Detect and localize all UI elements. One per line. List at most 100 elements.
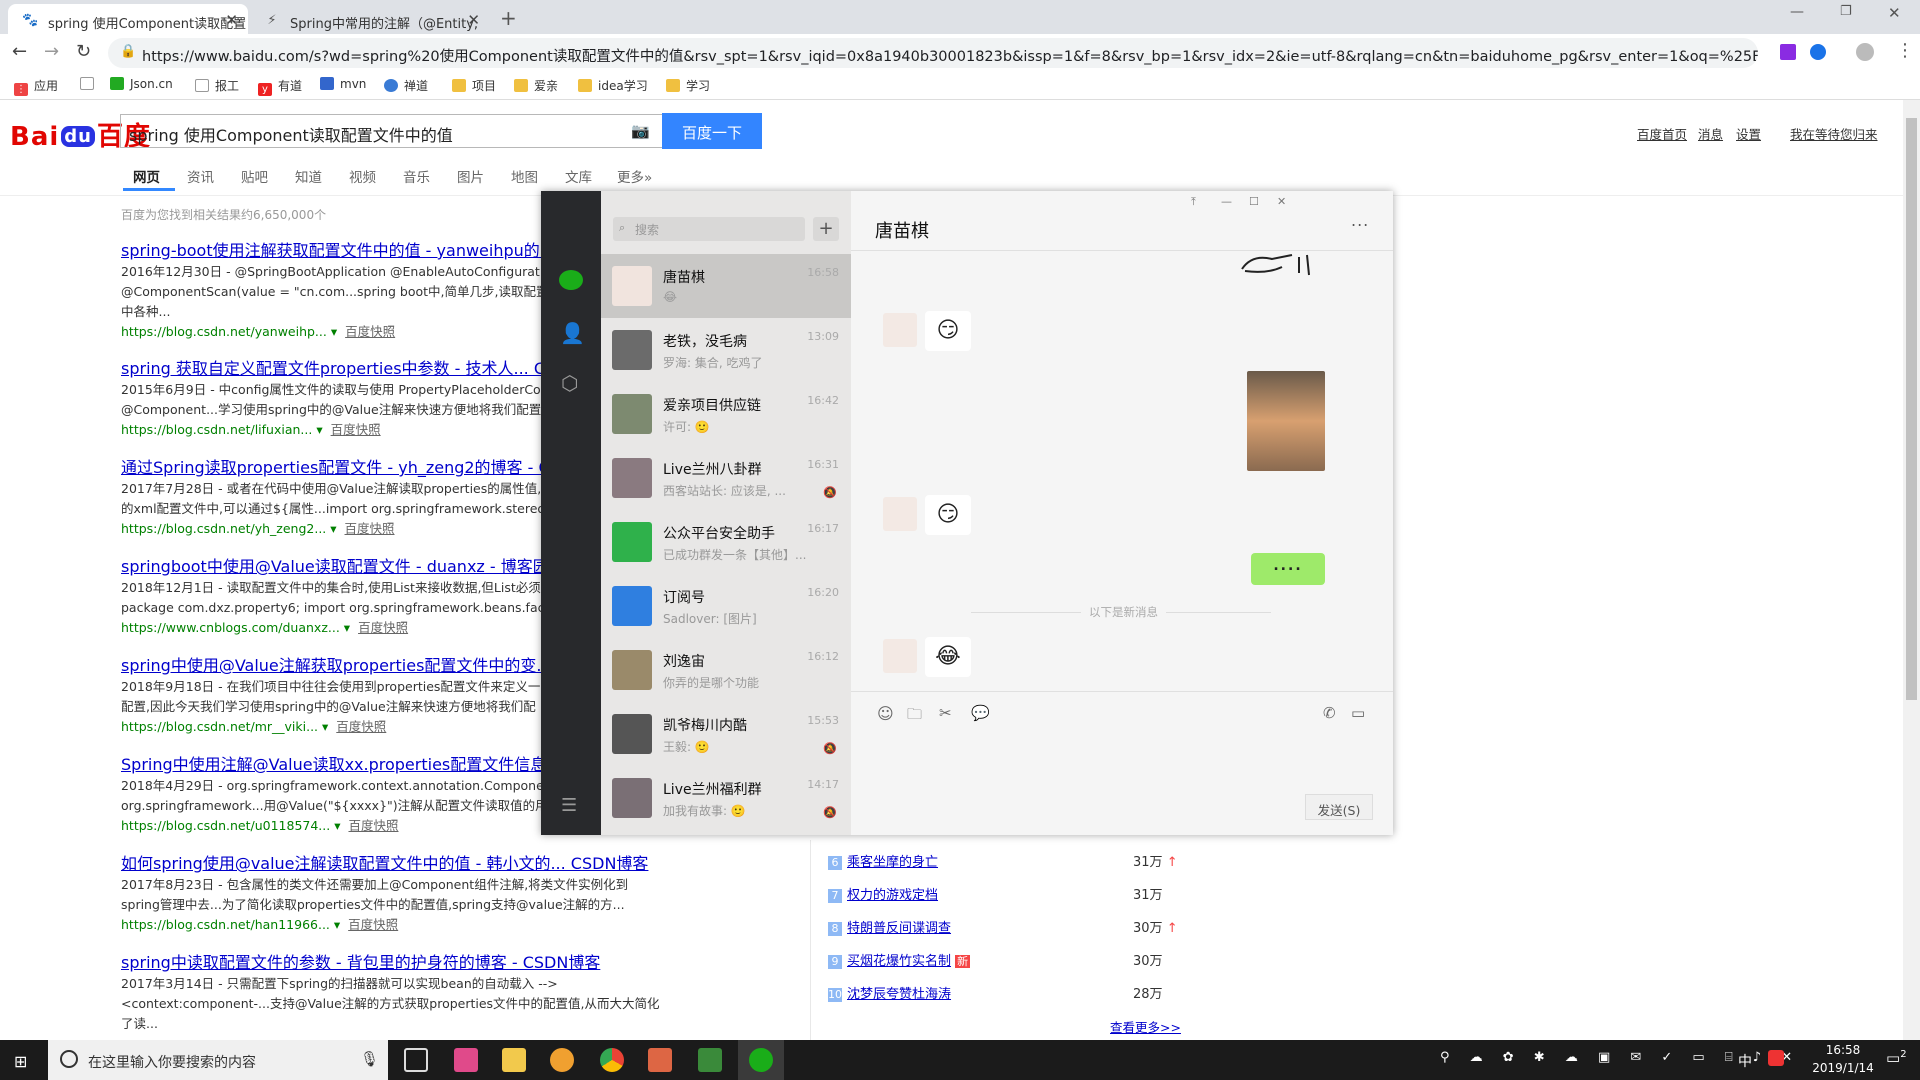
clock-time[interactable]: 16:58 xyxy=(1808,1043,1878,1057)
menu-dots-icon[interactable]: ⋮ xyxy=(1896,40,1914,61)
conversation-item[interactable]: Live兰州八卦群 西客站站长: 应该是, ... 16:31 🔕 xyxy=(601,446,851,510)
menu-hamburger-icon[interactable]: ☰ xyxy=(561,795,577,816)
ime-indicator[interactable]: 中 xyxy=(1738,1051,1752,1071)
snapshot-link[interactable]: 百度快照 xyxy=(331,422,381,437)
conversation-item[interactable]: 唐苗棋 😂 16:58 xyxy=(601,254,851,318)
bookmark-aiqin[interactable]: 爱亲 xyxy=(514,77,558,94)
app-icon[interactable] xyxy=(648,1048,672,1072)
nav-tab-zhidao[interactable]: 知道 xyxy=(295,166,322,186)
conversation-item[interactable]: Live兰州福利群 加我有故事: 🙂 14:17 🔕 xyxy=(601,766,851,830)
chat-history-icon[interactable]: 💬 xyxy=(971,704,990,722)
extension-icon[interactable] xyxy=(1780,44,1796,60)
bookmark-page[interactable] xyxy=(80,77,100,91)
nav-tab-maps[interactable]: 地图 xyxy=(511,166,538,186)
notepad-icon[interactable] xyxy=(698,1048,722,1072)
bookmark-xiangmu[interactable]: 项目 xyxy=(452,77,496,94)
hot-title-link[interactable]: 权力的游戏定档 xyxy=(847,888,938,903)
hot-list-item[interactable]: 10 沈梦辰夸赞杜海涛 28万 xyxy=(828,983,1178,1003)
search-input[interactable]: spring 使用Component读取配置文件中的值 📷 xyxy=(120,114,662,148)
nav-tab-web[interactable]: 网页 xyxy=(133,166,160,186)
close-tab-icon[interactable]: ✕ xyxy=(225,11,238,29)
hot-more-link[interactable]: 查看更多>> xyxy=(1110,1017,1181,1036)
hot-list-item[interactable]: 6 乘客坐摩的身亡 31万 ↑ xyxy=(828,851,1178,871)
app-icon[interactable] xyxy=(550,1048,574,1072)
page-scrollbar[interactable] xyxy=(1903,100,1920,1040)
notification-center-icon[interactable]: ▭2 xyxy=(1886,1049,1907,1067)
windows-start-icon[interactable]: ⊞ xyxy=(14,1052,27,1071)
nav-tab-images[interactable]: 图片 xyxy=(457,166,484,186)
shiba-sticker-image[interactable] xyxy=(1247,371,1325,471)
intellij-icon[interactable] xyxy=(454,1048,478,1072)
tray-app-icon[interactable] xyxy=(1768,1050,1784,1066)
wechat-taskbar-icon[interactable] xyxy=(749,1048,773,1072)
contacts-icon[interactable]: 👤 xyxy=(560,321,585,345)
hot-list-item[interactable]: 9 买烟花爆竹实名制 新 30万 xyxy=(828,950,1178,970)
bookmark-youdao[interactable]: y 有道 xyxy=(258,77,302,96)
contact-avatar[interactable] xyxy=(883,639,917,673)
bookmark-xuexi[interactable]: 学习 xyxy=(666,77,710,94)
minimize-icon[interactable]: — xyxy=(1221,195,1232,208)
result-title-link[interactable]: 如何spring使用@value注解读取配置文件中的值 - 韩小文的... CS… xyxy=(121,853,811,875)
nav-tab-wenku[interactable]: 文库 xyxy=(565,166,592,186)
contact-avatar[interactable] xyxy=(883,313,917,347)
minimize-window-icon[interactable]: — xyxy=(1790,4,1804,20)
taskbar-search-box[interactable]: 在这里输入你要搜索的内容 🎙 xyxy=(48,1040,388,1080)
phone-icon[interactable]: ✆ xyxy=(1323,704,1336,722)
hot-list-item[interactable]: 8 特朗普反间谍调查 30万 ↑ xyxy=(828,917,1178,937)
conversation-item[interactable]: 订阅号 Sadlover: [图片] 16:20 xyxy=(601,574,851,638)
snapshot-link[interactable]: 百度快照 xyxy=(336,719,386,734)
search-button[interactable]: 百度一下 xyxy=(662,113,762,149)
bookmark-idea[interactable]: idea学习 xyxy=(578,77,648,94)
tab-spring-annotations[interactable]: ⚡ Spring中常用的注解（@Entity, ✕ xyxy=(250,4,490,34)
new-tab-button[interactable]: + xyxy=(500,6,517,30)
reload-icon[interactable]: ↻ xyxy=(76,41,91,62)
wechat-search-input[interactable]: ⌕ 搜索 xyxy=(613,217,805,241)
nav-tab-video[interactable]: 视频 xyxy=(349,166,376,186)
profile-avatar-icon[interactable] xyxy=(1856,43,1874,61)
nav-tab-music[interactable]: 音乐 xyxy=(403,166,430,186)
file-explorer-icon[interactable] xyxy=(502,1048,526,1072)
hot-list-item[interactable]: 7 权力的游戏定档 31万 xyxy=(828,884,1178,904)
message-input-area[interactable]: ☺ 🗀 ✂ 💬 ✆ ▭ 发送(S) xyxy=(851,691,1393,835)
link-user[interactable]: 我在等待您归来 xyxy=(1790,124,1878,143)
emoji-icon[interactable]: ☺ xyxy=(877,704,894,723)
link-baidu-home[interactable]: 百度首页 xyxy=(1637,124,1687,143)
hot-title-link[interactable]: 沈梦辰夸赞杜海涛 xyxy=(847,987,951,1002)
extension-icon[interactable] xyxy=(1810,44,1826,60)
forward-arrow-icon[interactable]: → xyxy=(44,41,59,62)
hot-title-link[interactable]: 乘客坐摩的身亡 xyxy=(847,855,938,870)
send-button[interactable]: 发送(S) xyxy=(1305,794,1373,820)
conversation-item[interactable]: 爱亲项目供应链 许可: 🙂 16:42 xyxy=(601,382,851,446)
conversation-item[interactable]: 刘逸宙 你弄的是哪个功能 16:12 xyxy=(601,638,851,702)
tab-baidu-search[interactable]: 🐾 spring 使用Component读取配置 ✕ xyxy=(8,4,248,34)
pin-window-icon[interactable]: ⤒ xyxy=(1191,195,1196,209)
chrome-icon[interactable] xyxy=(600,1048,624,1072)
link-messages[interactable]: 消息 xyxy=(1698,124,1723,143)
hot-title-link[interactable]: 买烟花爆竹实名制 xyxy=(847,954,951,969)
conversation-item[interactable]: 老铁，没毛病 罗海: 集合, 吃鸡了 13:09 xyxy=(601,318,851,382)
chat-bubble-icon[interactable] xyxy=(559,270,583,290)
task-view-icon[interactable] xyxy=(404,1048,428,1072)
bookmark-chandao[interactable]: 禅道 xyxy=(384,77,428,94)
video-call-icon[interactable]: ▭ xyxy=(1351,704,1365,722)
snapshot-link[interactable]: 百度快照 xyxy=(358,620,408,635)
microphone-icon[interactable]: 🎙 xyxy=(360,1050,379,1068)
bookmark-apps[interactable]: ⋮ 应用 xyxy=(14,77,58,96)
close-window-icon[interactable]: ✕ xyxy=(1888,4,1901,22)
bookmark-mvn[interactable]: mvn xyxy=(320,77,366,91)
snapshot-link[interactable]: 百度快照 xyxy=(345,324,395,339)
address-bar[interactable]: 🔒 https://www.baidu.com/s?wd=spring%20使用… xyxy=(108,38,1758,68)
favorites-cube-icon[interactable]: ⬡ xyxy=(561,371,578,395)
link-settings[interactable]: 设置 xyxy=(1736,124,1761,143)
snapshot-link[interactable]: 百度快照 xyxy=(345,521,395,536)
nav-tab-tieba[interactable]: 贴吧 xyxy=(241,166,268,186)
nav-tab-news[interactable]: 资讯 xyxy=(187,166,214,186)
hot-title-link[interactable]: 特朗普反间谍调查 xyxy=(847,921,951,936)
close-icon[interactable]: ✕ xyxy=(1277,195,1286,208)
folder-icon[interactable]: 🗀 xyxy=(907,704,922,729)
maximize-icon[interactable]: ☐ xyxy=(1249,195,1259,208)
snapshot-link[interactable]: 百度快照 xyxy=(348,917,398,932)
restore-window-icon[interactable]: ❐ xyxy=(1840,4,1852,19)
close-tab-icon[interactable]: ✕ xyxy=(467,11,480,29)
camera-icon[interactable]: 📷 xyxy=(631,122,650,140)
